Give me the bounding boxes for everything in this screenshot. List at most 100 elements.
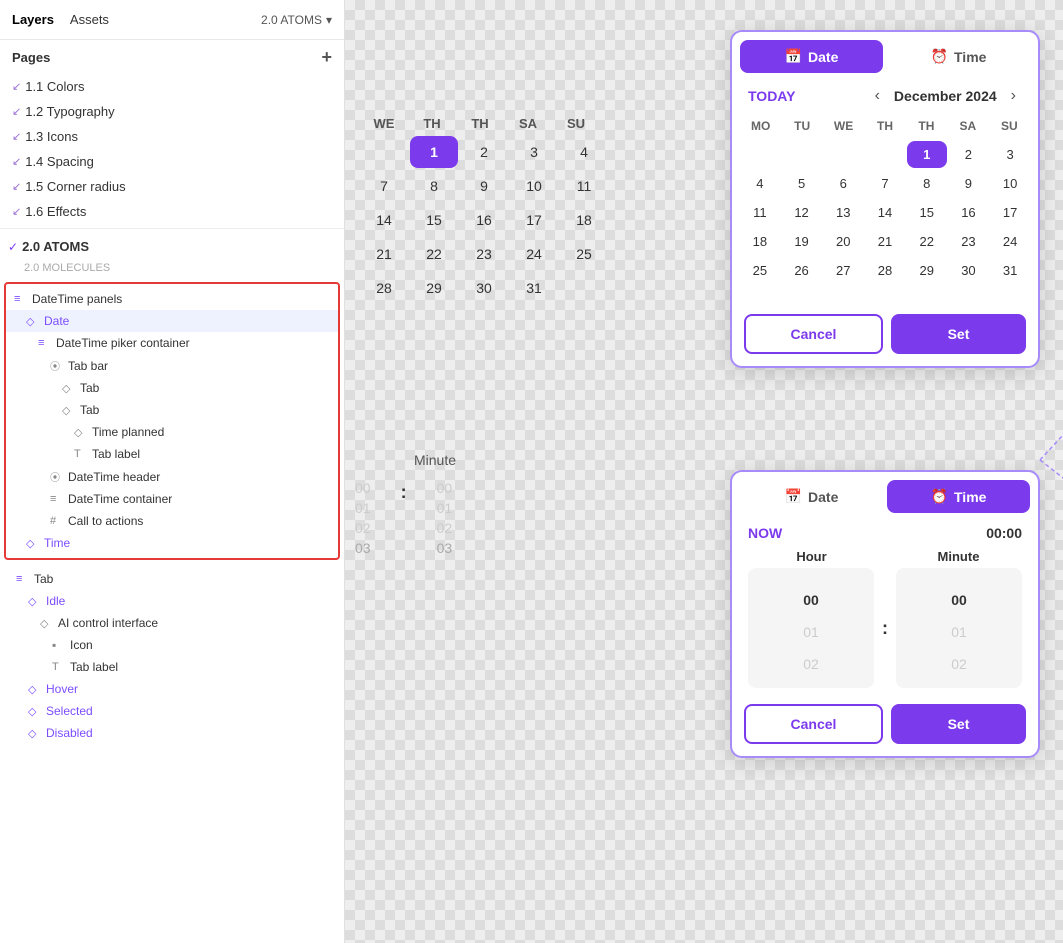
cal-day[interactable]: 4	[740, 170, 780, 197]
layer-call-to-actions[interactable]: # Call to actions	[6, 510, 338, 532]
set-button-bottom[interactable]: Set	[891, 704, 1026, 744]
cal-day[interactable]: 22	[907, 228, 947, 255]
cal-day-selected[interactable]: 1	[907, 141, 947, 168]
hour-item[interactable]: 03	[748, 680, 874, 688]
minute-item[interactable]: 01	[896, 616, 1022, 648]
cal-day[interactable]: 29	[907, 257, 947, 284]
layer-tab-1[interactable]: ◇ Tab	[6, 377, 338, 399]
layer-date[interactable]: ◇ Date	[6, 310, 338, 332]
cal-day[interactable]: 30	[949, 257, 989, 284]
prev-month-button-top[interactable]: ‹	[869, 85, 886, 107]
cancel-button-bottom[interactable]: Cancel	[744, 704, 883, 744]
cal-day[interactable]: 12	[782, 199, 822, 226]
cal-day[interactable]: 7	[865, 170, 905, 197]
page-item-icons[interactable]: ↙ 1.3 Icons	[4, 124, 340, 149]
page-item-effects[interactable]: ↙ 1.6 Effects	[4, 199, 340, 224]
cal-day[interactable]: 19	[782, 228, 822, 255]
hour-item[interactable]: 02	[748, 648, 874, 680]
layer-tab-2[interactable]: ◇ Tab	[6, 399, 338, 421]
layer-tab-bottom[interactable]: ≡ Tab	[8, 568, 336, 590]
cal-day[interactable]	[740, 286, 780, 298]
cal-day[interactable]: 25	[740, 257, 780, 284]
cal-cell: 18	[560, 204, 608, 236]
layer-datetime-header[interactable]: ⦿ DateTime header	[6, 465, 338, 488]
cal-day[interactable]: 9	[949, 170, 989, 197]
cal-day[interactable]: 24	[990, 228, 1030, 255]
minute-label: Minute	[895, 549, 1022, 564]
cal-day[interactable]: 20	[823, 228, 863, 255]
add-page-button[interactable]: +	[321, 48, 332, 66]
cal-day[interactable]	[782, 141, 822, 168]
today-button-top[interactable]: TODAY	[748, 88, 795, 104]
layer-datetime-container-sub[interactable]: ≡ DateTime container	[6, 488, 338, 510]
layers-tab[interactable]: Layers	[12, 12, 54, 27]
cal-day[interactable]: 11	[740, 199, 780, 226]
date-tab-bottom[interactable]: 📅 Date	[740, 480, 883, 513]
layer-tab-label[interactable]: T Tab label	[6, 443, 338, 465]
bottom-layers: ≡ Tab ◇ Idle ◇ AI control interface ▪ Ic…	[0, 564, 344, 748]
cal-day[interactable]: 27	[823, 257, 863, 284]
current-time: 00:00	[986, 525, 1022, 541]
cal-hdr: TH	[456, 110, 504, 137]
layer-tab-label-bottom[interactable]: T Tab label	[8, 656, 336, 678]
layer-datetime-container[interactable]: ≡ DateTime piker container	[6, 332, 338, 354]
page-item-typography[interactable]: ↙ 1.2 Typography	[4, 99, 340, 124]
hour-item-active[interactable]: 00	[748, 584, 874, 616]
cal-day[interactable]: 14	[865, 199, 905, 226]
cal-cell-selected[interactable]: 1	[410, 136, 458, 168]
rect-icon: ▪	[52, 638, 66, 652]
cancel-button-top[interactable]: Cancel	[744, 314, 883, 354]
time-tab-top[interactable]: ⏰ Time	[887, 40, 1030, 73]
layer-ai-control[interactable]: ◇ AI control interface	[8, 612, 336, 634]
cal-day[interactable]: 13	[823, 199, 863, 226]
layer-datetime-panels[interactable]: ≡ DateTime panels	[6, 288, 338, 310]
set-button-top[interactable]: Set	[891, 314, 1026, 354]
minute-item[interactable]: 03	[896, 680, 1022, 688]
cal-day[interactable]: 2	[949, 141, 989, 168]
page-item-corner-radius[interactable]: ↙ 1.5 Corner radius	[4, 174, 340, 199]
cal-cell: 17	[510, 204, 558, 236]
layer-time[interactable]: ◇ Time	[6, 532, 338, 554]
hour-scroll-col[interactable]: 00 01 02 03	[748, 568, 874, 688]
cal-day[interactable]: 28	[865, 257, 905, 284]
minute-item-active[interactable]: 00	[896, 584, 1022, 616]
cal-day[interactable]: 8	[907, 170, 947, 197]
minute-item[interactable]	[896, 568, 1022, 584]
minute-item[interactable]: 02	[896, 648, 1022, 680]
assets-tab[interactable]: Assets	[70, 12, 109, 27]
cal-day[interactable]: 3	[990, 141, 1030, 168]
layer-hover[interactable]: ◇ Hover	[8, 678, 336, 700]
hour-item[interactable]	[748, 568, 874, 584]
layer-label: Icon	[70, 638, 93, 652]
cal-day[interactable]: 21	[865, 228, 905, 255]
layer-selected[interactable]: ◇ Selected	[8, 700, 336, 722]
time-tab-bottom[interactable]: ⏰ Time	[887, 480, 1030, 513]
cal-day[interactable]: 17	[990, 199, 1030, 226]
hour-item[interactable]: 01	[748, 616, 874, 648]
diamond-icon: ◇	[28, 705, 42, 718]
cal-day[interactable]	[823, 141, 863, 168]
cal-day[interactable]: 31	[990, 257, 1030, 284]
page-item-colors[interactable]: ↙ 1.1 Colors	[4, 74, 340, 99]
page-item-atoms[interactable]: ✓ 2.0 ATOMS	[0, 233, 344, 260]
cal-day[interactable]: 18	[740, 228, 780, 255]
cal-day[interactable]: 5	[782, 170, 822, 197]
cal-day[interactable]: 26	[782, 257, 822, 284]
cal-day[interactable]: 16	[949, 199, 989, 226]
cal-day[interactable]: 23	[949, 228, 989, 255]
page-item-spacing[interactable]: ↙ 1.4 Spacing	[4, 149, 340, 174]
cal-day[interactable]: 10	[990, 170, 1030, 197]
layer-tab-bar[interactable]: ⦿ Tab bar	[6, 354, 338, 377]
layer-time-planned[interactable]: ◇ Time planned	[6, 421, 338, 443]
layer-disabled[interactable]: ◇ Disabled	[8, 722, 336, 744]
cal-day[interactable]: 15	[907, 199, 947, 226]
cal-day[interactable]	[740, 141, 780, 168]
layer-idle[interactable]: ◇ Idle	[8, 590, 336, 612]
layer-icon-item[interactable]: ▪ Icon	[8, 634, 336, 656]
now-button[interactable]: NOW	[748, 525, 782, 541]
cal-day[interactable]: 6	[823, 170, 863, 197]
date-tab-top[interactable]: 📅 Date	[740, 40, 883, 73]
cal-day[interactable]	[865, 141, 905, 168]
next-month-button-top[interactable]: ›	[1005, 85, 1022, 107]
minute-scroll-col[interactable]: 00 01 02 03	[896, 568, 1022, 688]
